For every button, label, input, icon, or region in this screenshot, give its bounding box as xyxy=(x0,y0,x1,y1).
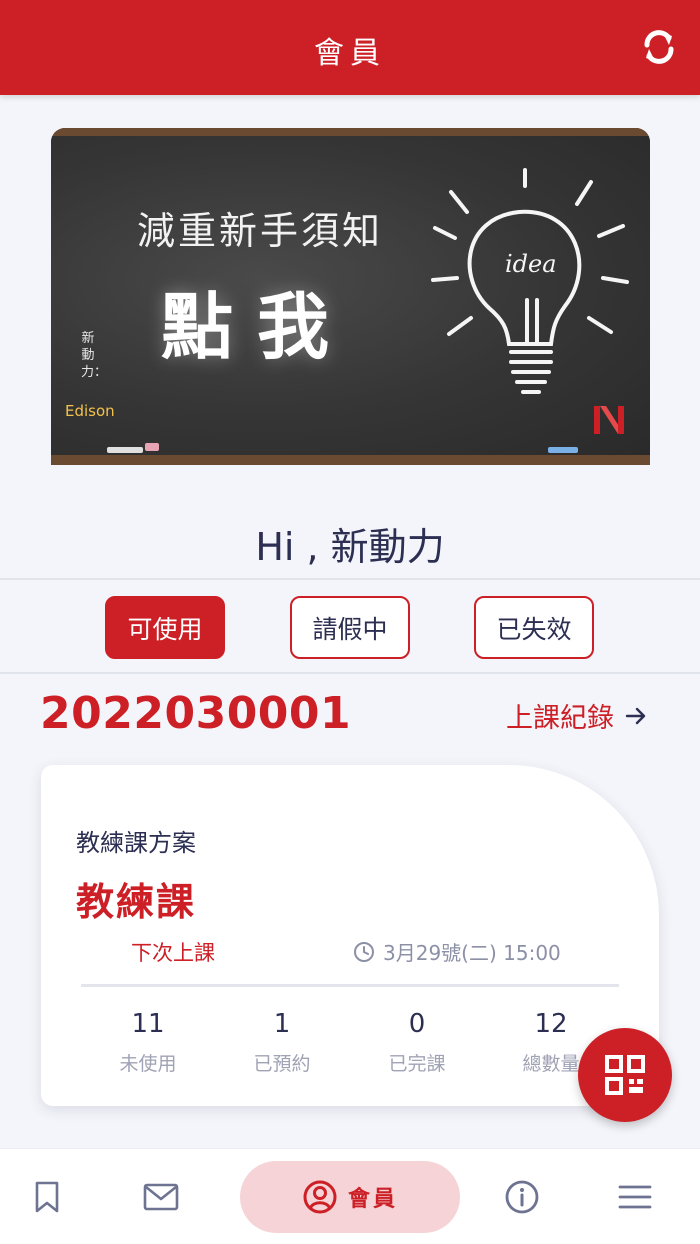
app-header: 會員 xyxy=(0,0,700,95)
greeting-text: Hi , 新動力 xyxy=(255,525,445,569)
info-icon xyxy=(505,1180,539,1214)
refresh-button[interactable] xyxy=(636,24,682,70)
stat-label: 已預約 xyxy=(253,1053,311,1075)
member-id: 2022030001 xyxy=(40,688,352,739)
qr-code-icon xyxy=(605,1055,645,1095)
tab-expired[interactable]: 已失效 xyxy=(474,596,594,659)
tab-available[interactable]: 可使用 xyxy=(105,596,225,659)
bulb-text: idea xyxy=(505,250,557,278)
course-card[interactable]: 教練課方案 教練課 下次上課 3月29號(二) 15:00 11 未使用 1 已… xyxy=(41,765,659,1106)
clock-icon xyxy=(354,941,374,962)
records-label: 上課紀錄 xyxy=(506,703,614,734)
bottom-nav: 會員 xyxy=(0,1148,700,1244)
stat-label: 已完課 xyxy=(388,1053,446,1075)
banner-side-text: 新動力： xyxy=(81,331,108,380)
banner-headline: 減重新手須知 xyxy=(137,209,384,253)
next-class-time: 3月29號(二) 15:00 xyxy=(353,937,561,966)
arrow-right-icon xyxy=(625,707,646,724)
stat-value: 12 xyxy=(534,1009,568,1039)
course-name: 教練課 xyxy=(76,880,197,924)
promo-banner[interactable]: 減重新手須知 點我 新動力： Edison idea xyxy=(51,128,650,465)
stat-value: 0 xyxy=(408,1009,426,1039)
page-title: 會員 xyxy=(314,36,386,71)
banner-brand: Edison xyxy=(65,402,115,420)
nav-bookmark[interactable] xyxy=(27,1177,67,1217)
mail-icon xyxy=(143,1183,179,1211)
plan-name: 教練課方案 xyxy=(76,829,196,857)
next-time-value: 3月29號(二) 15:00 xyxy=(383,941,561,965)
banner-click-text: 點我 xyxy=(161,285,354,369)
chalk xyxy=(145,443,159,451)
stat-label: 未使用 xyxy=(119,1053,177,1075)
refresh-icon xyxy=(644,30,674,64)
card-divider xyxy=(81,984,619,987)
next-class-label: 下次上課 xyxy=(131,941,215,965)
user-circle-icon xyxy=(303,1180,337,1214)
class-records-link[interactable]: 上課紀錄 xyxy=(506,696,648,735)
chalk xyxy=(107,447,143,453)
qr-code-button[interactable] xyxy=(578,1028,672,1122)
nav-mail[interactable] xyxy=(141,1177,181,1217)
nav-member-label: 會員 xyxy=(347,1187,398,1212)
lightbulb-icon: idea xyxy=(431,168,629,394)
nav-menu[interactable] xyxy=(615,1177,655,1217)
banner-frame xyxy=(51,128,650,136)
menu-icon xyxy=(618,1185,652,1209)
divider xyxy=(0,578,700,580)
tab-on-leave[interactable]: 請假中 xyxy=(290,596,410,659)
stat-value: 11 xyxy=(131,1009,165,1039)
stat-completed: 0 已完課 xyxy=(357,1009,477,1076)
stat-unused: 11 未使用 xyxy=(88,1009,208,1076)
nav-info[interactable] xyxy=(502,1177,542,1217)
bookmark-icon xyxy=(35,1181,59,1213)
banner-frame-bottom xyxy=(51,455,650,465)
chalk xyxy=(548,447,578,453)
nav-member[interactable]: 會員 xyxy=(240,1161,460,1233)
divider xyxy=(0,672,700,674)
brand-logo-icon xyxy=(594,406,624,434)
stat-reserved: 1 已預約 xyxy=(222,1009,342,1076)
stat-value: 1 xyxy=(273,1009,291,1039)
